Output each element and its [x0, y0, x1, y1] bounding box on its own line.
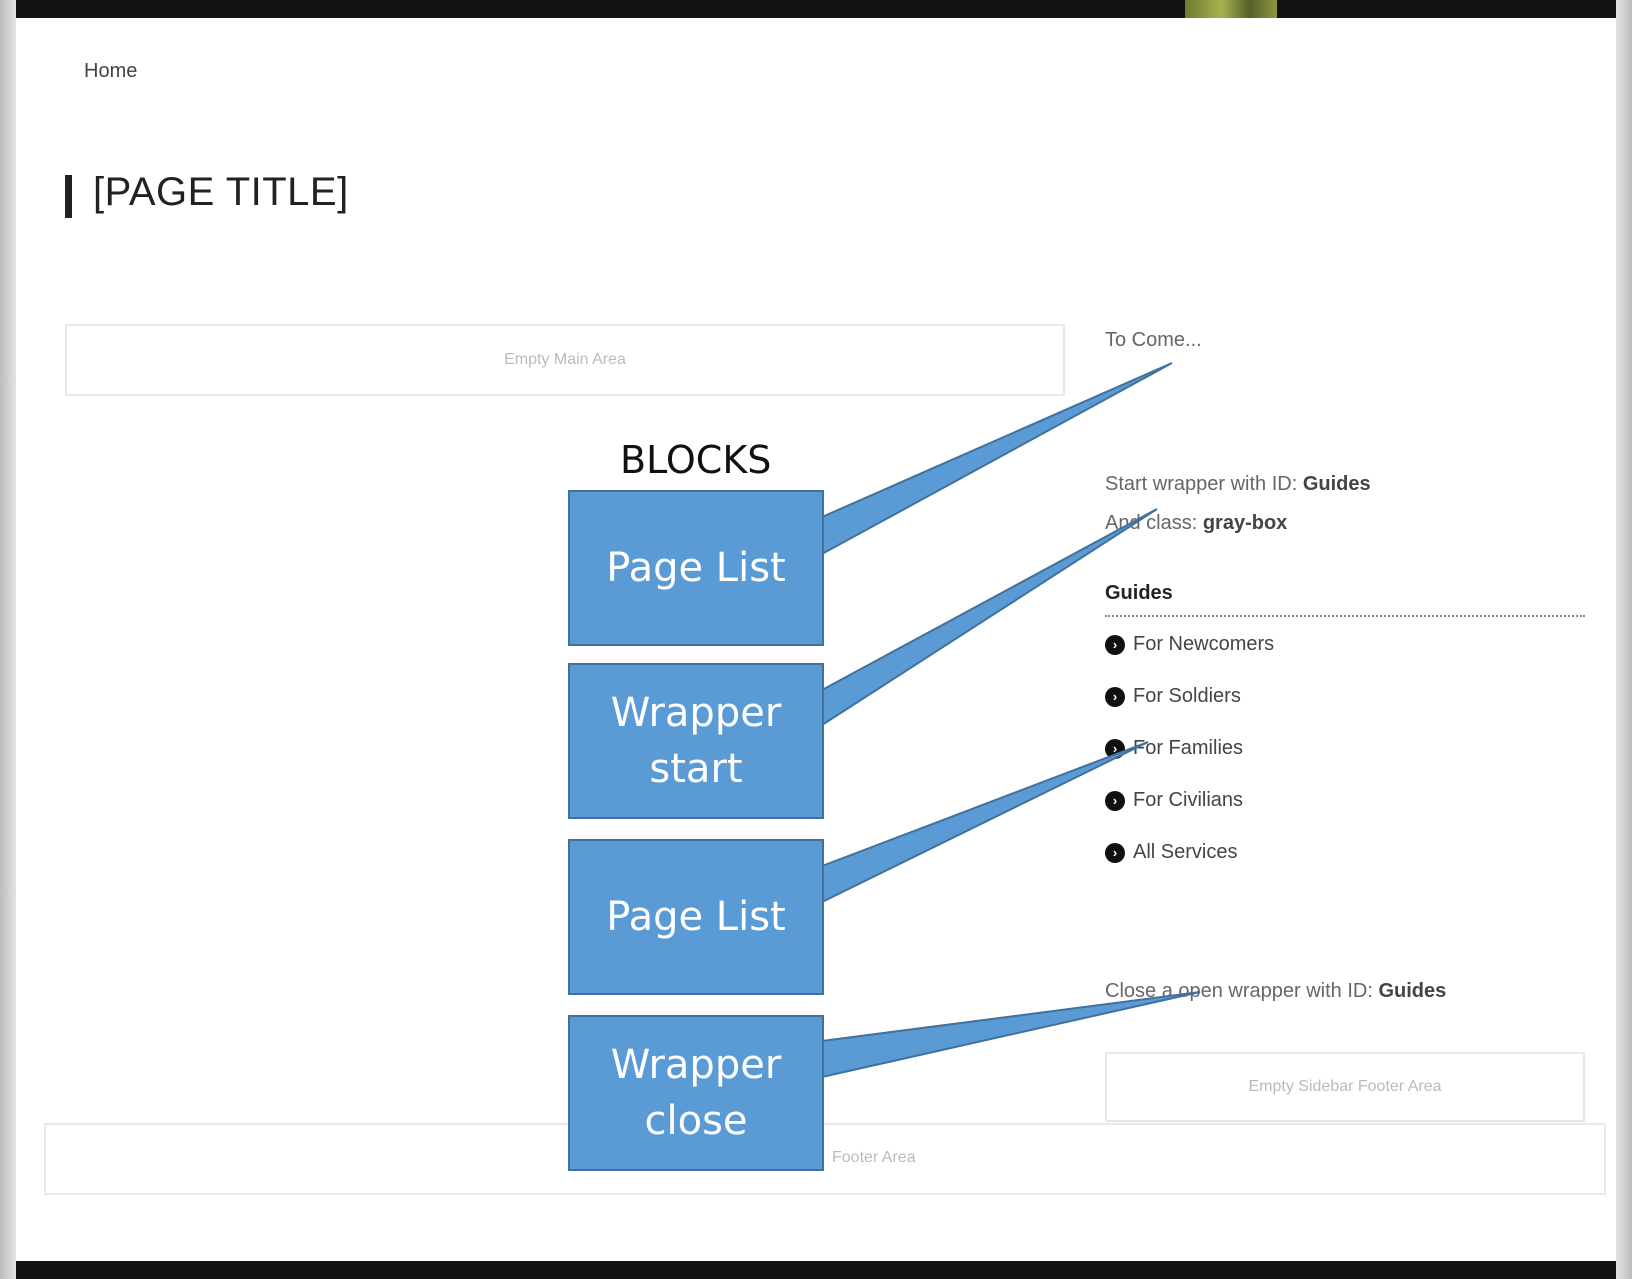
guides-heading: Guides — [1105, 582, 1585, 617]
guide-link-all-services[interactable]: › All Services — [1105, 841, 1237, 864]
wrapper-class-name: gray-box — [1202, 512, 1288, 534]
wrapper-class-text: And class: gray-box — [1105, 512, 1287, 535]
chevron-circle-right-icon: › — [1105, 842, 1125, 863]
main-area-label: Empty Main Area — [504, 351, 626, 368]
guide-link-label: All Services — [1133, 841, 1238, 863]
chevron-circle-right-icon: › — [1105, 686, 1125, 707]
guide-link-label: For Civilians — [1133, 789, 1244, 811]
block-label: Wrapper start — [610, 690, 782, 792]
to-come-text: To Come... — [1105, 329, 1202, 351]
guide-link-label: For Soldiers — [1133, 685, 1241, 707]
guide-link-civilians[interactable]: › For Civilians — [1105, 789, 1243, 812]
page-title: [PAGE TITLE] — [93, 170, 349, 214]
wrapper-start-id: Guides — [1302, 473, 1371, 495]
breadcrumb[interactable]: Home — [84, 60, 137, 83]
block-label: Page List — [606, 894, 786, 940]
chevron-circle-right-icon: › — [1105, 790, 1125, 811]
close-wrapper-text: Close a open wrapper with ID: Guides — [1105, 980, 1446, 1003]
wrapper-class-prefix: And class: — [1105, 512, 1203, 534]
callout-pointer-families — [821, 741, 1149, 904]
wrapper-start-text: Start wrapper with ID: Guides — [1105, 473, 1371, 496]
chevron-circle-right-icon: › — [1105, 738, 1125, 759]
guide-link-families[interactable]: › For Families — [1105, 737, 1243, 760]
block-page-list: Page List — [568, 490, 824, 646]
blocks-heading: BLOCKS — [620, 438, 772, 482]
sidebar-footer-area: Empty Sidebar Footer Area — [1105, 1052, 1585, 1122]
close-wrapper-prefix: Close a open wrapper with ID: — [1105, 980, 1379, 1002]
guide-link-soldiers[interactable]: › For Soldiers — [1105, 685, 1241, 708]
chevron-circle-right-icon: › — [1105, 634, 1125, 655]
guide-link-label: For Newcomers — [1133, 633, 1275, 655]
top-bar — [16, 0, 1616, 18]
header-image — [1185, 0, 1277, 18]
footer-area: Footer Area — [44, 1123, 1606, 1195]
block-wrapper-start: Wrapper start — [568, 663, 824, 819]
block-label: Page List — [606, 545, 786, 591]
guide-link-newcomers[interactable]: › For Newcomers — [1105, 633, 1274, 656]
footer-area-label: Footer Area — [832, 1149, 916, 1166]
block-label: Wrapper close — [610, 1042, 782, 1144]
wrapper-start-prefix: Start wrapper with ID: — [1105, 473, 1303, 495]
block-wrapper-close: Wrapper close — [568, 1015, 824, 1171]
main-area: Empty Main Area — [65, 324, 1065, 396]
sidebar-footer-area-label: Empty Sidebar Footer Area — [1248, 1078, 1442, 1095]
guide-link-label: For Families — [1133, 737, 1244, 759]
close-wrapper-id: Guides — [1378, 980, 1447, 1002]
title-accent-bar — [65, 175, 72, 218]
block-page-list-2: Page List — [568, 839, 824, 995]
bottom-bar — [16, 1261, 1616, 1279]
